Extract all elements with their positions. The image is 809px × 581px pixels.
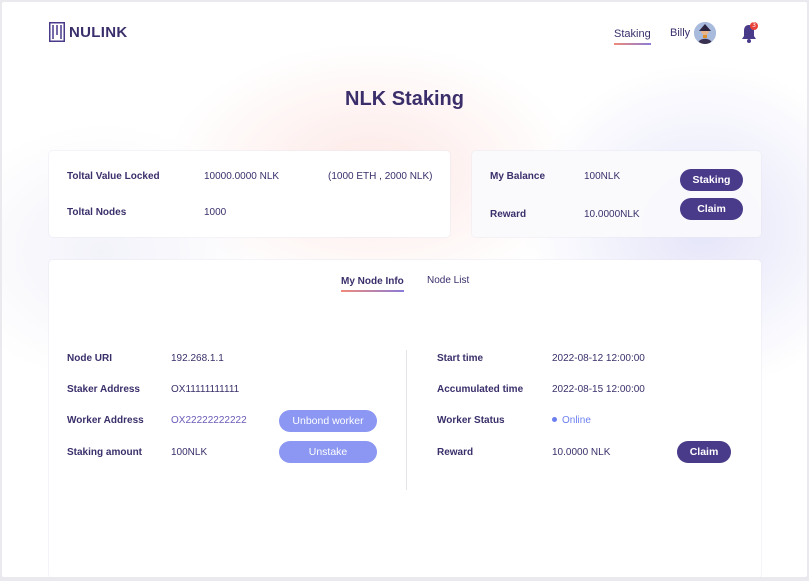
notification-badge: 3	[750, 22, 758, 30]
balance-card: My Balance 100NLK Staking Reward 10.0000…	[472, 151, 761, 237]
staker-address-value: OX11111111111	[171, 384, 240, 395]
status-dot-icon	[552, 416, 557, 422]
tvl-breakdown: (1000 ETH , 2000 NLK)	[328, 171, 433, 182]
worker-status: Online	[552, 415, 591, 426]
summary-card: Toltal Value Locked 10000.0000 NLK (1000…	[49, 151, 450, 237]
balance-label: My Balance	[490, 171, 546, 182]
app-window: NULINK Staking Billy 3 NLK Staking Tolta…	[2, 2, 807, 577]
tvl-label: Toltal Value Locked	[67, 171, 160, 182]
tab-node-list[interactable]: Node List	[427, 275, 469, 286]
avatar[interactable]	[694, 22, 717, 44]
accumulated-time-value: 2022-08-15 12:00:00	[552, 384, 645, 395]
worker-status-label: Worker Status	[437, 415, 505, 426]
worker-address-value[interactable]: OX22222222222	[171, 415, 247, 426]
start-time-label: Start time	[437, 353, 484, 364]
nulink-logo-icon	[49, 22, 65, 42]
bell-icon	[740, 25, 758, 48]
claim-button[interactable]: Claim	[680, 198, 743, 220]
node-reward-value: 10.0000 NLK	[552, 447, 611, 458]
unstake-button[interactable]: Unstake	[279, 441, 377, 463]
node-claim-button[interactable]: Claim	[677, 441, 731, 463]
balance-value: 100NLK	[584, 171, 621, 182]
nav-staking-link[interactable]: Staking	[614, 28, 651, 45]
node-card: My Node Info Node List Node URI 192.268.…	[49, 260, 761, 577]
tvl-value: 10000.0000 NLK	[204, 171, 280, 182]
user-menu[interactable]: Billy	[670, 22, 717, 44]
node-uri-label: Node URI	[67, 353, 112, 364]
staking-amount-value: 100NLK	[171, 447, 208, 458]
page-title: NLK Staking	[345, 88, 464, 110]
nodes-label: Toltal Nodes	[67, 207, 127, 218]
staker-address-label: Staker Address	[67, 384, 140, 395]
column-divider	[406, 350, 407, 490]
logo[interactable]: NULINK	[49, 22, 127, 42]
tab-my-node-info[interactable]: My Node Info	[341, 276, 404, 292]
node-uri-value: 192.268.1.1	[171, 353, 224, 364]
staking-button[interactable]: Staking	[680, 169, 743, 191]
unbond-worker-button[interactable]: Unbond worker	[279, 410, 377, 432]
nodes-value: 1000	[204, 207, 227, 218]
staking-amount-label: Staking amount	[67, 447, 143, 458]
worker-address-label: Worker Address	[67, 415, 144, 426]
accumulated-time-label: Accumulated time	[437, 384, 524, 395]
reward-label: Reward	[490, 209, 527, 220]
logo-text: NULINK	[69, 23, 128, 41]
start-time-value: 2022-08-12 12:00:00	[552, 353, 645, 364]
node-reward-label: Reward	[437, 447, 474, 458]
reward-value: 10.0000NLK	[584, 209, 640, 220]
bell-button[interactable]: 3	[740, 22, 758, 44]
user-name: Billy	[670, 27, 691, 39]
worker-status-value: Online	[562, 415, 591, 426]
